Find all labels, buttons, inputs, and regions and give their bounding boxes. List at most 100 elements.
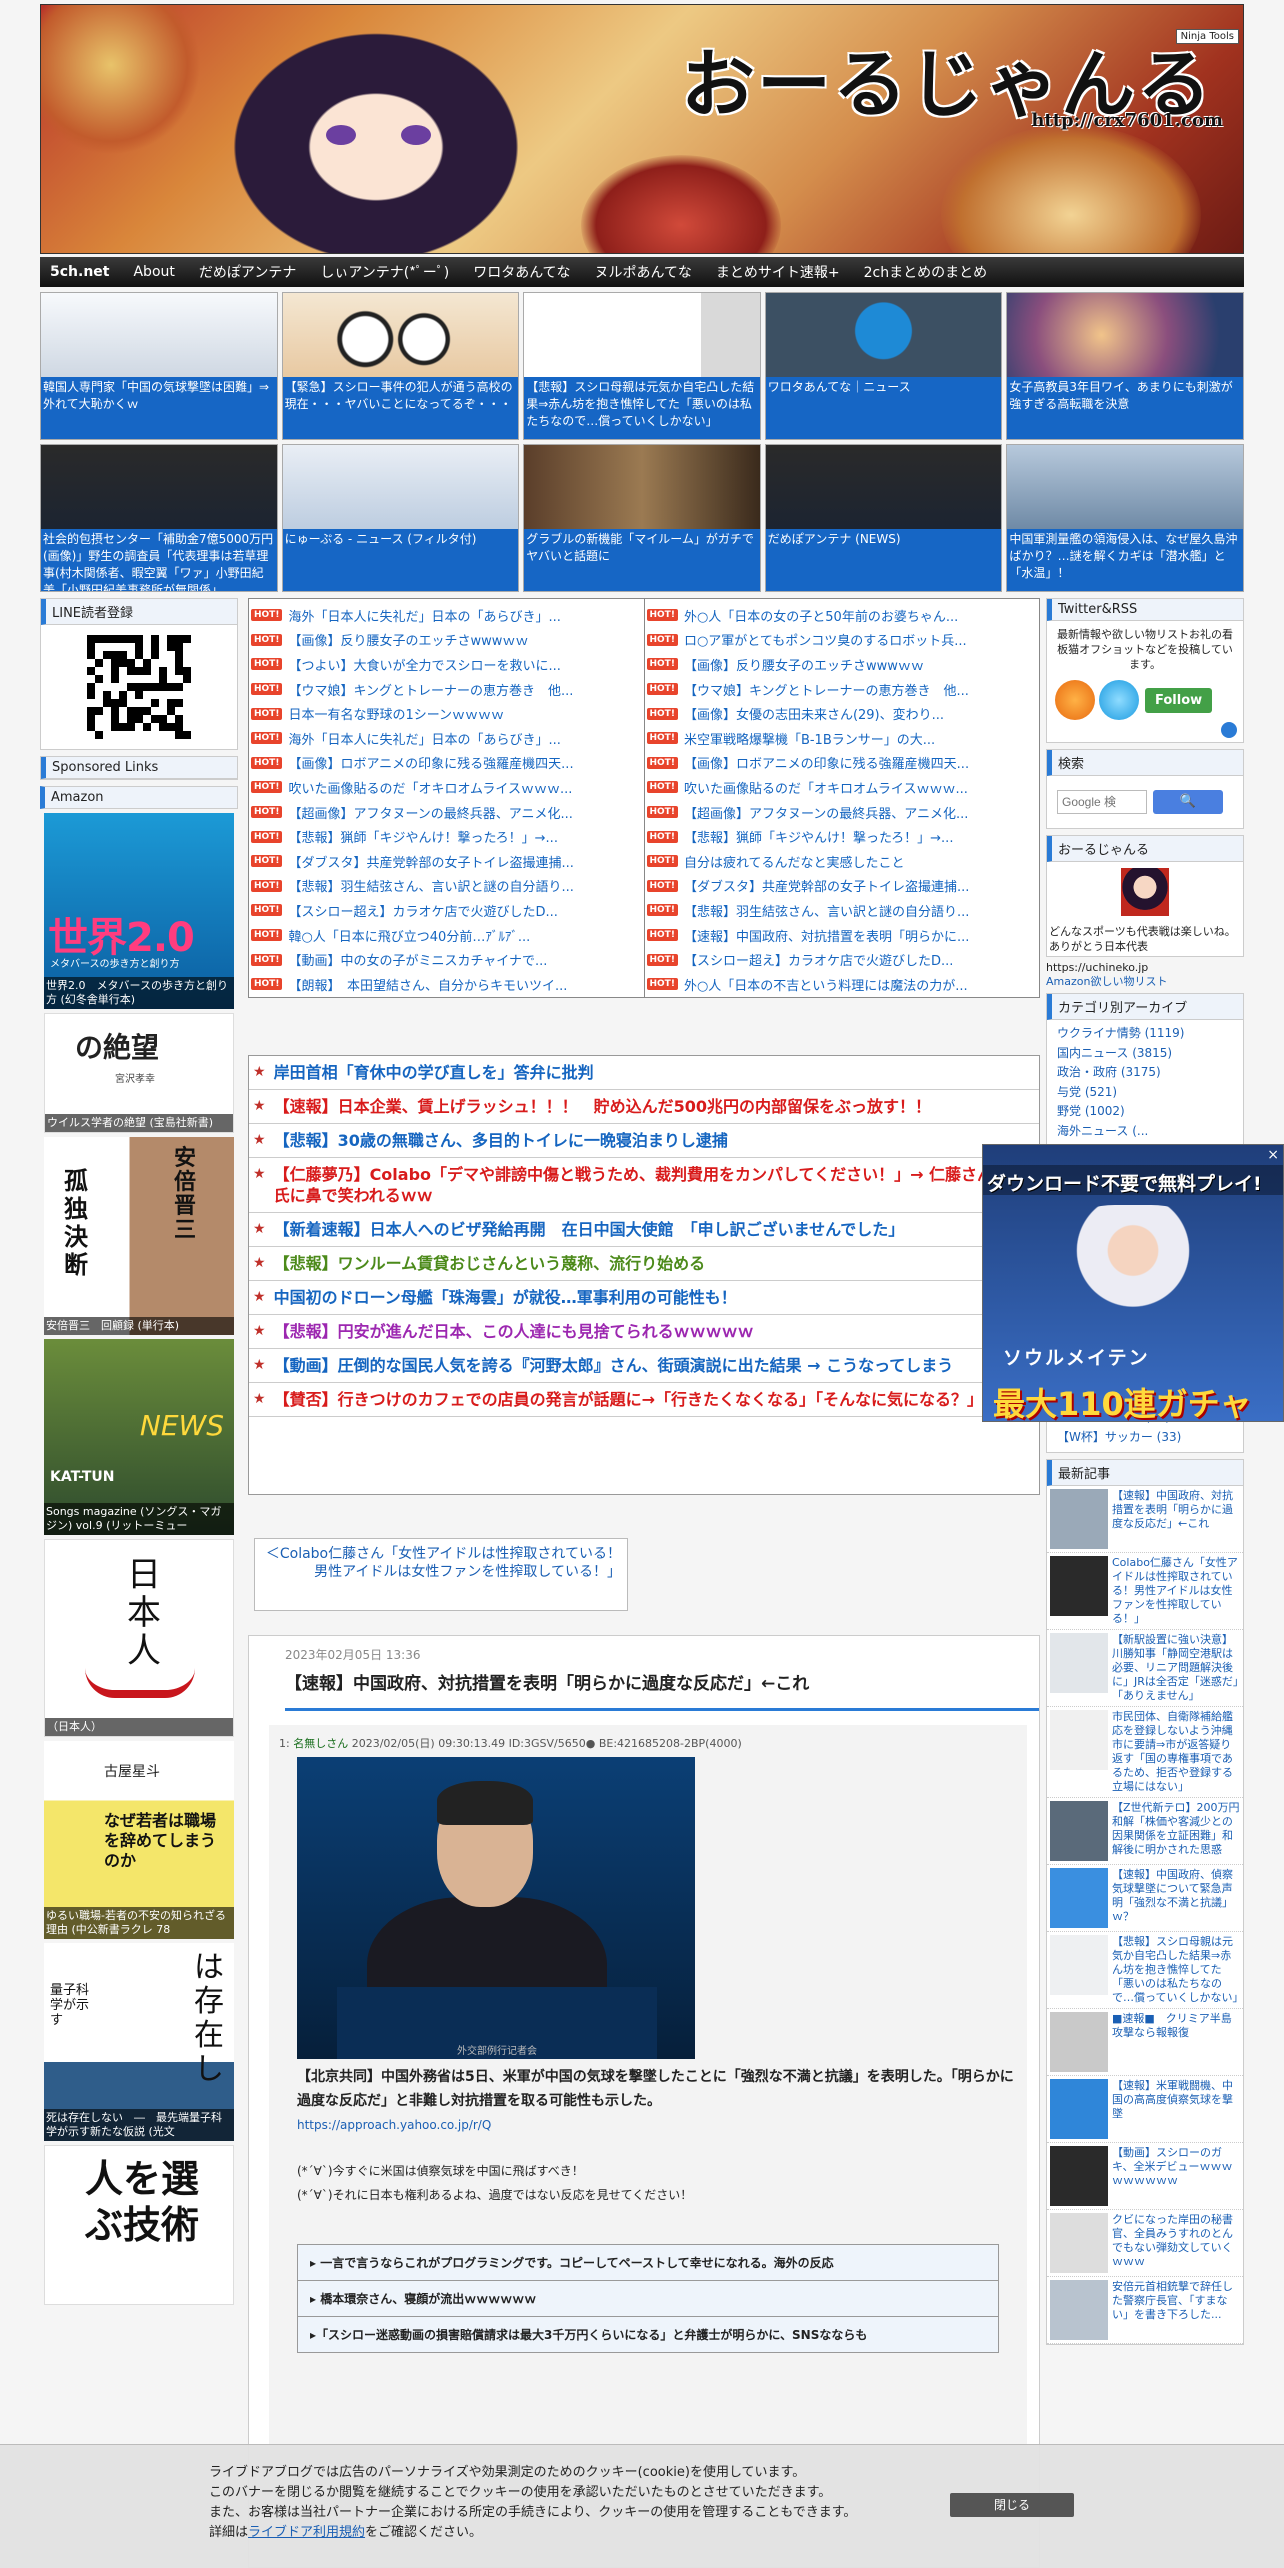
source-link[interactable]: https://approach.yahoo.co.jp/r/Q bbox=[297, 2118, 491, 2132]
ranking-item[interactable]: HOT! 日本一有名な野球の1シーンｗｗｗｗ bbox=[251, 701, 642, 726]
recent-post[interactable]: 【Z世代新テロ】200万円和解「株価や客減少との因果関係を立証困難」和解後に明か… bbox=[1047, 1798, 1243, 1865]
thumb-card[interactable]: 【緊急】スシロー事件の犯人が通う高校の現在・・・ヤバいことになってるぞ・・・ bbox=[281, 292, 520, 440]
recent-post[interactable]: 【悲報】スシロ母親は元気か自宅凸した結果⇒赤ん坊を抱き憔悴してた「悪いのは私たち… bbox=[1047, 1932, 1243, 2009]
terms-link[interactable]: ライブドア利用規約 bbox=[248, 2525, 365, 2540]
amazon-book[interactable]: 日本人 （日本人） bbox=[44, 1539, 234, 1737]
recent-post[interactable]: 市民団体、自衛隊補給艦応を登録しないよう沖縄市に要請⇒市が返答疑り返す「国の専権… bbox=[1047, 1707, 1243, 1798]
amazon-book[interactable]: なぜ若者は職場を辞めてしまうのか 古屋星斗 ゆるい職場-若者の不安の知られざる理… bbox=[44, 1741, 234, 1939]
pickup-item[interactable]: ★ 【仁藤夢乃】Colabo「デマや誹謗中傷と戦うため、裁判費用をカンパしてくださ… bbox=[249, 1158, 1039, 1213]
pickup-item[interactable]: ★ 【悲報】30歳の無職さん、多目的トイレに一晩寝泊まりし逮捕 bbox=[249, 1124, 1039, 1158]
nav-link[interactable]: 5ch.net bbox=[50, 264, 109, 280]
ranking-item[interactable]: HOT! 【つよい】大食いが全力でスシローを救いに... bbox=[251, 652, 642, 677]
category-link[interactable]: ウクライナ情勢 (1119) bbox=[1047, 1024, 1243, 1044]
amazon-book[interactable]: 人を選ぶ技術 bbox=[44, 2145, 234, 2305]
recent-post[interactable]: 【速報】米軍戦闘機、中国の高高度偵察気球を撃墜 bbox=[1047, 2076, 1243, 2143]
search-input[interactable] bbox=[1057, 790, 1147, 814]
floating-game-ad[interactable]: × ダウンロード不要で無料プレイ! ソウルメイテン 最大110連ガチャ無料! bbox=[982, 1144, 1284, 1422]
ranking-item[interactable]: HOT! 【画像】ロボアニメの印象に残る強羅産機四天... bbox=[251, 751, 642, 776]
nav-link[interactable]: ヌルポあんてな bbox=[595, 262, 692, 282]
close-icon[interactable]: × bbox=[1267, 1147, 1279, 1163]
nav-link[interactable]: About bbox=[133, 264, 174, 280]
prev-article-link[interactable]: ＜Colabo仁藤さん「女性アイドルは性搾取されている！男性アイドルは女性ファン… bbox=[254, 1538, 628, 1611]
amazon-book[interactable]: NEWS KAT-TUN Songs magazine (ソングス・マガジン) … bbox=[44, 1339, 234, 1535]
related-link[interactable]: ▸ 橋本環奈さん、寝顔が流出ｗｗｗｗｗｗ bbox=[297, 2280, 999, 2317]
ranking-item[interactable]: HOT! 【スシロー超え】カラオケ店で火遊びしたD... bbox=[251, 898, 642, 923]
amazon-book[interactable]: 世界2.0 メタバースの歩き方と創り方 世界2.0 メタバースの歩き方と創り方 … bbox=[44, 813, 234, 1009]
wishlist-link[interactable]: Amazon欲しい物リスト bbox=[1046, 975, 1167, 988]
ninja-tools-badge[interactable]: Ninja Tools bbox=[1175, 29, 1239, 44]
follow-button[interactable]: Follow bbox=[1145, 687, 1213, 713]
twitter-icon[interactable] bbox=[1099, 680, 1139, 720]
thumb-card[interactable]: だめぽアンテナ (NEWS) bbox=[764, 444, 1003, 592]
ranking-item[interactable]: HOT! 【画像】ロボアニメの印象に残る強羅産機四天... bbox=[646, 751, 1038, 776]
ranking-item[interactable]: HOT! 【画像】反り腰女子のエッチさwwwｗｗ bbox=[251, 628, 642, 653]
nav-link[interactable]: 2chまとめのまとめ bbox=[864, 262, 987, 282]
ranking-item[interactable]: HOT! 【超画像】アフタヌーンの最終兵器、アニメ化... bbox=[251, 800, 642, 825]
ranking-item[interactable]: HOT! 【動画】中の女の子がミニスカチャイナで... bbox=[251, 947, 642, 972]
recent-post[interactable]: Colabo仁藤さん「女性アイドルは性搾取されている！男性アイドルは女性ファンを… bbox=[1047, 1553, 1243, 1630]
ranking-item[interactable]: HOT! 【ウマ娘】キングとトレーナーの恵方巻き 他... bbox=[251, 677, 642, 702]
pickup-item[interactable]: ★ 【速報】日本企業、賃上げラッシュ！！！ 貯め込んだ500兆円の内部留保をぶっ放… bbox=[249, 1090, 1039, 1124]
thumb-card[interactable]: 中国軍測量艦の領海侵入は、なぜ屋久島沖ばかり？…謎を解くカギは「潜水艦」と「水温… bbox=[1006, 444, 1244, 592]
thumb-card[interactable]: 社会的包摂センター「補助金7億5000万円(画像)」野生の調査員「代表理事は若草… bbox=[40, 444, 278, 592]
ranking-item[interactable]: HOT! 【ウマ娘】キングとトレーナーの恵方巻き 他... bbox=[646, 677, 1038, 702]
thumb-card[interactable]: 【悲報】スシロ母親は元気か自宅凸した結果⇒赤ん坊を抱き憔悴してた「悪いのは私たち… bbox=[523, 292, 761, 440]
category-link[interactable]: 海外ニュース (... bbox=[1047, 1122, 1243, 1142]
thumb-card[interactable]: にゅーぷる - ニュース (フィルタ付) bbox=[281, 444, 520, 592]
ranking-item[interactable]: HOT! 【画像】反り腰女子のエッチさwwwｗｗ bbox=[646, 652, 1038, 677]
nav-link[interactable]: まとめサイト速報+ bbox=[716, 262, 840, 282]
search-button[interactable]: 🔍 bbox=[1153, 790, 1223, 814]
line-qr-code[interactable] bbox=[87, 635, 191, 739]
thumb-card[interactable]: ワロタあんてな｜ニュース bbox=[764, 292, 1003, 440]
ranking-item[interactable]: HOT! 海外「日本人に失礼だ」日本の「あらびき」... bbox=[251, 603, 642, 628]
cookie-close-button[interactable]: 閉じる bbox=[950, 2493, 1074, 2517]
feed-icon[interactable] bbox=[1221, 722, 1237, 738]
ranking-item[interactable]: HOT! 吹いた画像貼るのだ「オキロオムライスｗｗｗ... bbox=[646, 775, 1038, 800]
pickup-item[interactable]: ★ 【悲報】ワンルーム賃貸おじさんという蔑称、流行り始める bbox=[249, 1247, 1039, 1281]
amazon-book[interactable]: の絶望 宮沢孝幸 ウイルス学者の絶望 (宝島社新書) bbox=[44, 1013, 234, 1133]
thumb-card[interactable]: グラブルの新機能「マイルーム」がガチでヤバいと話題に bbox=[523, 444, 761, 592]
pickup-item[interactable]: ★ 岸田首相「育休中の学び直しを」答弁に批判 bbox=[249, 1056, 1039, 1090]
pickup-item[interactable]: ★ 【悲報】円安が進んだ日本、この人達にも見捨てられるｗｗｗｗｗ bbox=[249, 1315, 1039, 1349]
site-header-banner[interactable]: おーるじゃんる http://crx7601.com Ninja Tools bbox=[40, 4, 1244, 254]
rss-icon[interactable] bbox=[1055, 680, 1095, 720]
category-link[interactable]: 政治・政府 (3175) bbox=[1047, 1063, 1243, 1083]
ranking-item[interactable]: HOT! 韓○人「日本に飛び立つ40分前…ｱﾞﾙｱﾞ... bbox=[251, 923, 642, 948]
ranking-item[interactable]: HOT! 自分は疲れてるんだなと実感したこと bbox=[646, 849, 1038, 874]
recent-post[interactable]: 【新駅設置に強い決意】川勝知事「静岡空港駅は必要、リニア問題解決後に」JRは全否… bbox=[1047, 1630, 1243, 1707]
pickup-item[interactable]: ★ 中国初のドローン母艦「珠海雲」が就役…軍事利用の可能性も！ bbox=[249, 1281, 1039, 1315]
related-link[interactable]: ▸ 一言で言うならこれがプログラミングです。コピーしてペーストして幸せになれる。… bbox=[297, 2244, 999, 2281]
ranking-item[interactable]: HOT! 【朗報】 本田望結さん、自分からキモいツイ... bbox=[251, 972, 642, 997]
pickup-item[interactable]: ★ 【賛否】行きつけのカフェでの店員の発言が話題に→「行きたくなくなる」「そんなに… bbox=[249, 1383, 1039, 1417]
ranking-item[interactable]: HOT! 【画像】女優の志田未来さん(29)、変わり... bbox=[646, 701, 1038, 726]
thumb-card[interactable]: 韓国人専門家「中国の気球撃墜は困難」⇒ 外れて大恥かくｗ bbox=[40, 292, 278, 440]
recent-post[interactable]: クビになった岸田の秘書官、全員みうすれのとんでもない弾劾文していくｗｗｗ bbox=[1047, 2210, 1243, 2277]
amazon-book[interactable]: は存在し 量子科学が示す 死は存在しない ― 最先端量子科学が示す新たな仮説 (… bbox=[44, 1943, 234, 2141]
ranking-item[interactable]: HOT! 【悲報】猟師「キジやんけ！撃ったろ！」→... bbox=[251, 824, 642, 849]
ranking-item[interactable]: HOT! 【ダブスタ】共産党幹部の女子トイレ盗撮連捕... bbox=[251, 849, 642, 874]
related-link[interactable]: ▸「スシロー迷惑動画の損害賠償請求は最大3千万円くらいになる」と弁護士が明らかに… bbox=[297, 2316, 999, 2353]
pickup-item[interactable]: ★ 【動画】圧倒的な国民人気を誇る『河野太郎』さん、街頭演説に出た結果 → こうな… bbox=[249, 1349, 1039, 1383]
ranking-item[interactable]: HOT! 【速報】中国政府、対抗措置を表明「明らかに... bbox=[646, 923, 1038, 948]
recent-post[interactable]: ■速報■ クリミア半島攻撃なら報報復 bbox=[1047, 2009, 1243, 2076]
category-link[interactable]: 国内ニュース (3815) bbox=[1047, 1044, 1243, 1064]
category-link[interactable]: 【W杯】サッカー (33) bbox=[1047, 1428, 1243, 1448]
ranking-item[interactable]: HOT! 吹いた画像貼るのだ「オキロオムライスｗｗｗ... bbox=[251, 775, 642, 800]
amazon-book[interactable]: 孤独 決断 安倍晋三 安倍晋三 回顧録 (単行本) bbox=[44, 1137, 234, 1335]
category-link[interactable]: 野党 (1002) bbox=[1047, 1102, 1243, 1122]
recent-post[interactable]: 【速報】中国政府、偵察気球撃墜について緊急声明「強烈な不満と抗議」ｗ？ bbox=[1047, 1865, 1243, 1932]
ranking-item[interactable]: HOT! 【悲報】羽生結弦さん、言い訳と謎の自分語り... bbox=[251, 874, 642, 899]
ranking-item[interactable]: HOT! 【悲報】羽生結弦さん、言い訳と謎の自分語り... bbox=[646, 898, 1038, 923]
ranking-item[interactable]: HOT! 【ダブスタ】共産党幹部の女子トイレ盗撮連捕... bbox=[646, 874, 1038, 899]
recent-post[interactable]: 【動画】スシローのガキ、全米デビューｗｗｗｗｗｗｗｗｗ bbox=[1047, 2143, 1243, 2210]
ranking-item[interactable]: HOT! ロ○ア軍がとてもポンコツ臭のするロボット兵... bbox=[646, 628, 1038, 653]
ranking-item[interactable]: HOT! 【超画像】アフタヌーンの最終兵器、アニメ化... bbox=[646, 800, 1038, 825]
ranking-item[interactable]: HOT! 海外「日本人に失礼だ」日本の「あらびき」... bbox=[251, 726, 642, 751]
recent-post[interactable]: 安倍元首相銃撃で辞任した警察庁長官、「すまない」を書き下ろした... bbox=[1047, 2277, 1243, 2344]
nav-link[interactable]: しぃアンテナ(*ﾟーﾟ) bbox=[320, 262, 449, 282]
pickup-item[interactable]: ★ 【新着速報】日本人へのビザ発給再開 在日中国大使館 「申し訳ございませんでした… bbox=[249, 1213, 1039, 1247]
ranking-item[interactable]: HOT! 【悲報】猟師「キジやんけ！撃ったろ！」→... bbox=[646, 824, 1038, 849]
category-link[interactable]: 与党 (521) bbox=[1047, 1083, 1243, 1103]
ranking-item[interactable]: HOT! 外○人「日本の女の子と50年前のお婆ちゃん... bbox=[646, 603, 1038, 628]
recent-post[interactable]: 【速報】中国政府、対抗措置を表明「明らかに過度な反応だ」←これ bbox=[1047, 1486, 1243, 1553]
